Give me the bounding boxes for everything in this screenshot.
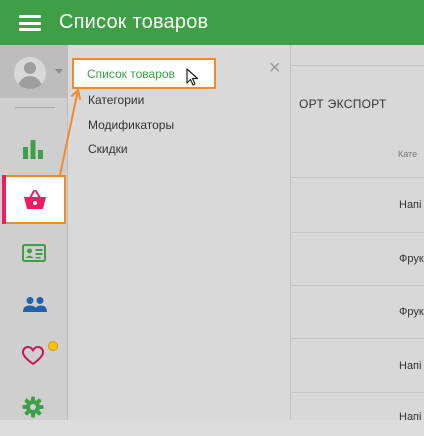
user-avatar-icon — [14, 57, 46, 89]
submenu-item-modifiers[interactable]: Модификаторы — [88, 118, 174, 132]
sidebar-item-products[interactable] — [2, 175, 66, 224]
chevron-down-icon[interactable] — [55, 69, 63, 74]
submenu-item-categories[interactable]: Категории — [88, 93, 144, 107]
table-row[interactable]: Напі — [399, 360, 421, 372]
row-divider — [290, 177, 424, 178]
page-title: Список товаров — [59, 11, 209, 33]
submenu-item-discounts[interactable]: Скидки — [88, 142, 128, 156]
table-row[interactable]: Фрук — [399, 253, 424, 265]
sidebar-divider — [15, 107, 55, 108]
row-divider — [290, 285, 424, 286]
table-row[interactable]: Напі — [399, 411, 421, 423]
row-divider — [290, 232, 424, 233]
sidebar-item-settings[interactable] — [0, 384, 67, 436]
row-divider — [290, 392, 424, 393]
sidebar-item-employees[interactable] — [0, 228, 67, 280]
basket-icon — [24, 190, 46, 209]
table-row[interactable]: Фрук — [399, 306, 424, 318]
bar-chart-icon — [23, 140, 43, 159]
id-card-icon — [22, 244, 46, 262]
top-bar: Список товаров — [0, 0, 424, 45]
import-export-actions[interactable]: ОРТ ЭКСПОРТ — [299, 97, 387, 111]
mouse-cursor-icon — [186, 68, 199, 86]
annotation-arrow — [59, 89, 81, 176]
people-icon — [23, 297, 47, 312]
table-row[interactable]: Напі — [399, 199, 421, 211]
category-column-header: Кате — [398, 149, 418, 159]
close-icon[interactable]: ✕ — [268, 58, 281, 78]
submenu-item-label: Список товаров — [87, 67, 175, 81]
sidebar-item-loyalty[interactable] — [0, 332, 67, 384]
hamburger-icon[interactable] — [19, 15, 41, 31]
row-divider — [290, 338, 424, 339]
notification-badge — [48, 341, 58, 351]
heart-icon — [22, 346, 44, 365]
sidebar-item-customers[interactable] — [0, 280, 67, 332]
gear-icon — [22, 396, 44, 418]
list-header-divider — [290, 65, 424, 66]
